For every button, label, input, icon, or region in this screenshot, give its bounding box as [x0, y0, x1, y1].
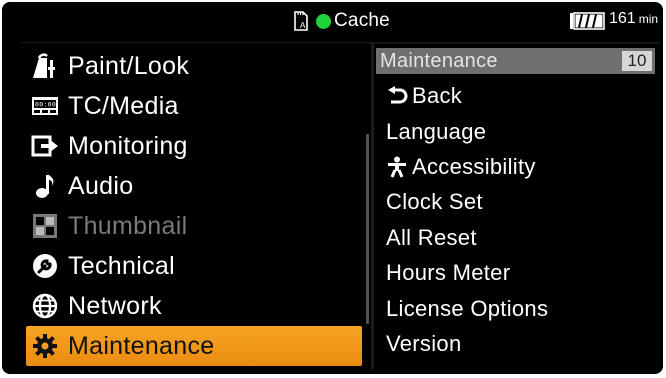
svg-text:00:00: 00:00 [35, 101, 56, 109]
menu-item-label: Monitoring [68, 131, 188, 160]
submenu-panel: Maintenance 10 Back Language Accessibili… [376, 46, 655, 369]
submenu-item-accessibility[interactable]: Accessibility [386, 151, 536, 183]
menu-item-label: Paint/Look [68, 51, 190, 80]
status-indicator-dot [316, 13, 331, 29]
svg-text:A: A [300, 21, 306, 30]
submenu-item-language[interactable]: Language [386, 116, 486, 148]
menu-item-label: Thumbnail [68, 211, 188, 240]
status-label: Cache [334, 10, 390, 31]
menu-item-monitoring[interactable]: Monitoring [26, 126, 362, 166]
submenu-header: Maintenance 10 [376, 48, 655, 74]
submenu-item-label: Hours Meter [386, 260, 511, 285]
panel-divider [371, 43, 374, 369]
menu-item-tc-media[interactable]: 00:00 TC/Media [26, 86, 362, 126]
audio-note-icon [30, 171, 60, 201]
menu-item-label: TC/Media [68, 91, 179, 120]
menu-item-audio[interactable]: Audio [26, 166, 362, 206]
menu-item-paint-look[interactable]: Paint/Look [26, 46, 362, 86]
menu-item-label: Technical [68, 251, 175, 280]
submenu-item-clock-set[interactable]: Clock Set [386, 186, 483, 218]
battery-icon [569, 12, 607, 30]
thumbnail-icon [30, 211, 60, 241]
menu-item-label: Audio [68, 171, 134, 200]
accessibility-icon [386, 156, 408, 178]
media-slot-icon: A [292, 10, 312, 32]
submenu-item-label: License Options [386, 296, 549, 321]
camera-menu-screen: A Cache 161 min Paint/Look 00:00 TC/Medi… [2, 2, 663, 374]
main-menu-panel: Paint/Look 00:00 TC/Media Monitoring Aud… [20, 43, 368, 369]
submenu-item-license-options[interactable]: License Options [386, 293, 548, 325]
battery-remaining: 161 min [609, 10, 658, 28]
menu-item-thumbnail[interactable]: Thumbnail [26, 206, 362, 246]
submenu-item-label: Clock Set [386, 189, 483, 214]
submenu-item-all-reset[interactable]: All Reset [386, 222, 477, 254]
gear-icon [30, 331, 60, 361]
menu-item-maintenance[interactable]: Maintenance [26, 326, 362, 366]
submenu-item-back[interactable]: Back [386, 80, 462, 112]
monitoring-icon [30, 131, 60, 161]
submenu-item-label: Version [386, 331, 462, 356]
submenu-item-label: Language [386, 119, 487, 144]
menu-item-label: Network [68, 291, 162, 320]
menu-item-label: Maintenance [68, 331, 215, 360]
menu-item-network[interactable]: Network [26, 286, 362, 326]
battery-unit: min [638, 12, 659, 26]
submenu-item-label: Accessibility [412, 154, 536, 179]
globe-icon [30, 291, 60, 321]
submenu-item-label: Back [412, 83, 463, 108]
tc-media-icon: 00:00 [30, 91, 60, 121]
submenu-item-label: All Reset [386, 225, 477, 250]
back-arrow-icon [386, 85, 408, 107]
paint-look-icon [30, 51, 60, 81]
status-bar: A Cache 161 min [2, 2, 663, 40]
submenu-title: Maintenance [380, 49, 498, 72]
status-center: A Cache [292, 8, 390, 34]
submenu-item-version[interactable]: Version [386, 328, 461, 360]
menu-page-number: 10 [622, 51, 652, 71]
menu-item-technical[interactable]: Technical [26, 246, 362, 286]
battery-value: 161 [609, 10, 636, 27]
submenu-item-hours-meter[interactable]: Hours Meter [386, 257, 510, 289]
scrollbar[interactable] [366, 134, 369, 324]
wrench-icon [30, 251, 60, 281]
